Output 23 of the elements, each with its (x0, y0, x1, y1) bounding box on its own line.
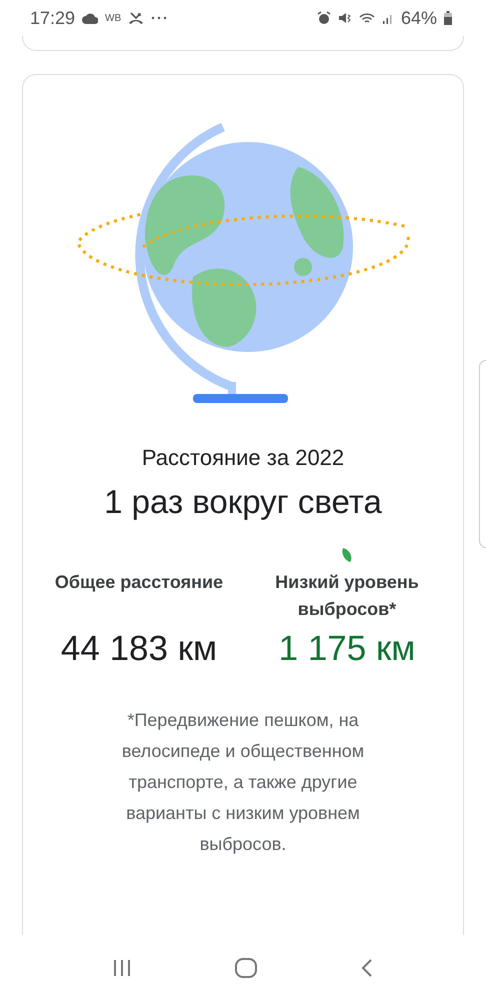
clock: 17:29 (30, 8, 76, 28)
stat-label: Низкий уровень выбросов* (274, 571, 420, 621)
stat-value: 44 183 км (60, 629, 218, 669)
back-button[interactable] (360, 958, 374, 978)
recent-apps-button[interactable] (112, 958, 132, 976)
cloud-icon (82, 12, 98, 24)
leaf-icon (341, 547, 353, 563)
carrier-label: WB (105, 12, 122, 24)
edge-panel-handle[interactable] (479, 360, 486, 548)
card-title: Расстояние за 2022 (142, 445, 344, 471)
headline: 1 раз вокруг света (104, 483, 382, 521)
more-icon (151, 16, 168, 20)
mute-icon (338, 11, 352, 25)
stat-label: Общее расстояние (54, 571, 224, 594)
alarm-icon (316, 11, 331, 25)
signal-icon (382, 12, 394, 24)
battery-percent: 64% (400, 8, 437, 28)
stat-value: 1 175 км (278, 629, 416, 669)
home-button[interactable] (234, 958, 257, 978)
footnote: *Передвижение пешком, на велосипеде и общественном транспорте, а также другие варианты с низким уровнем выбросов. (120, 709, 366, 856)
battery-icon (444, 11, 452, 25)
missed-call-icon (128, 11, 144, 25)
wifi-icon (358, 12, 375, 24)
